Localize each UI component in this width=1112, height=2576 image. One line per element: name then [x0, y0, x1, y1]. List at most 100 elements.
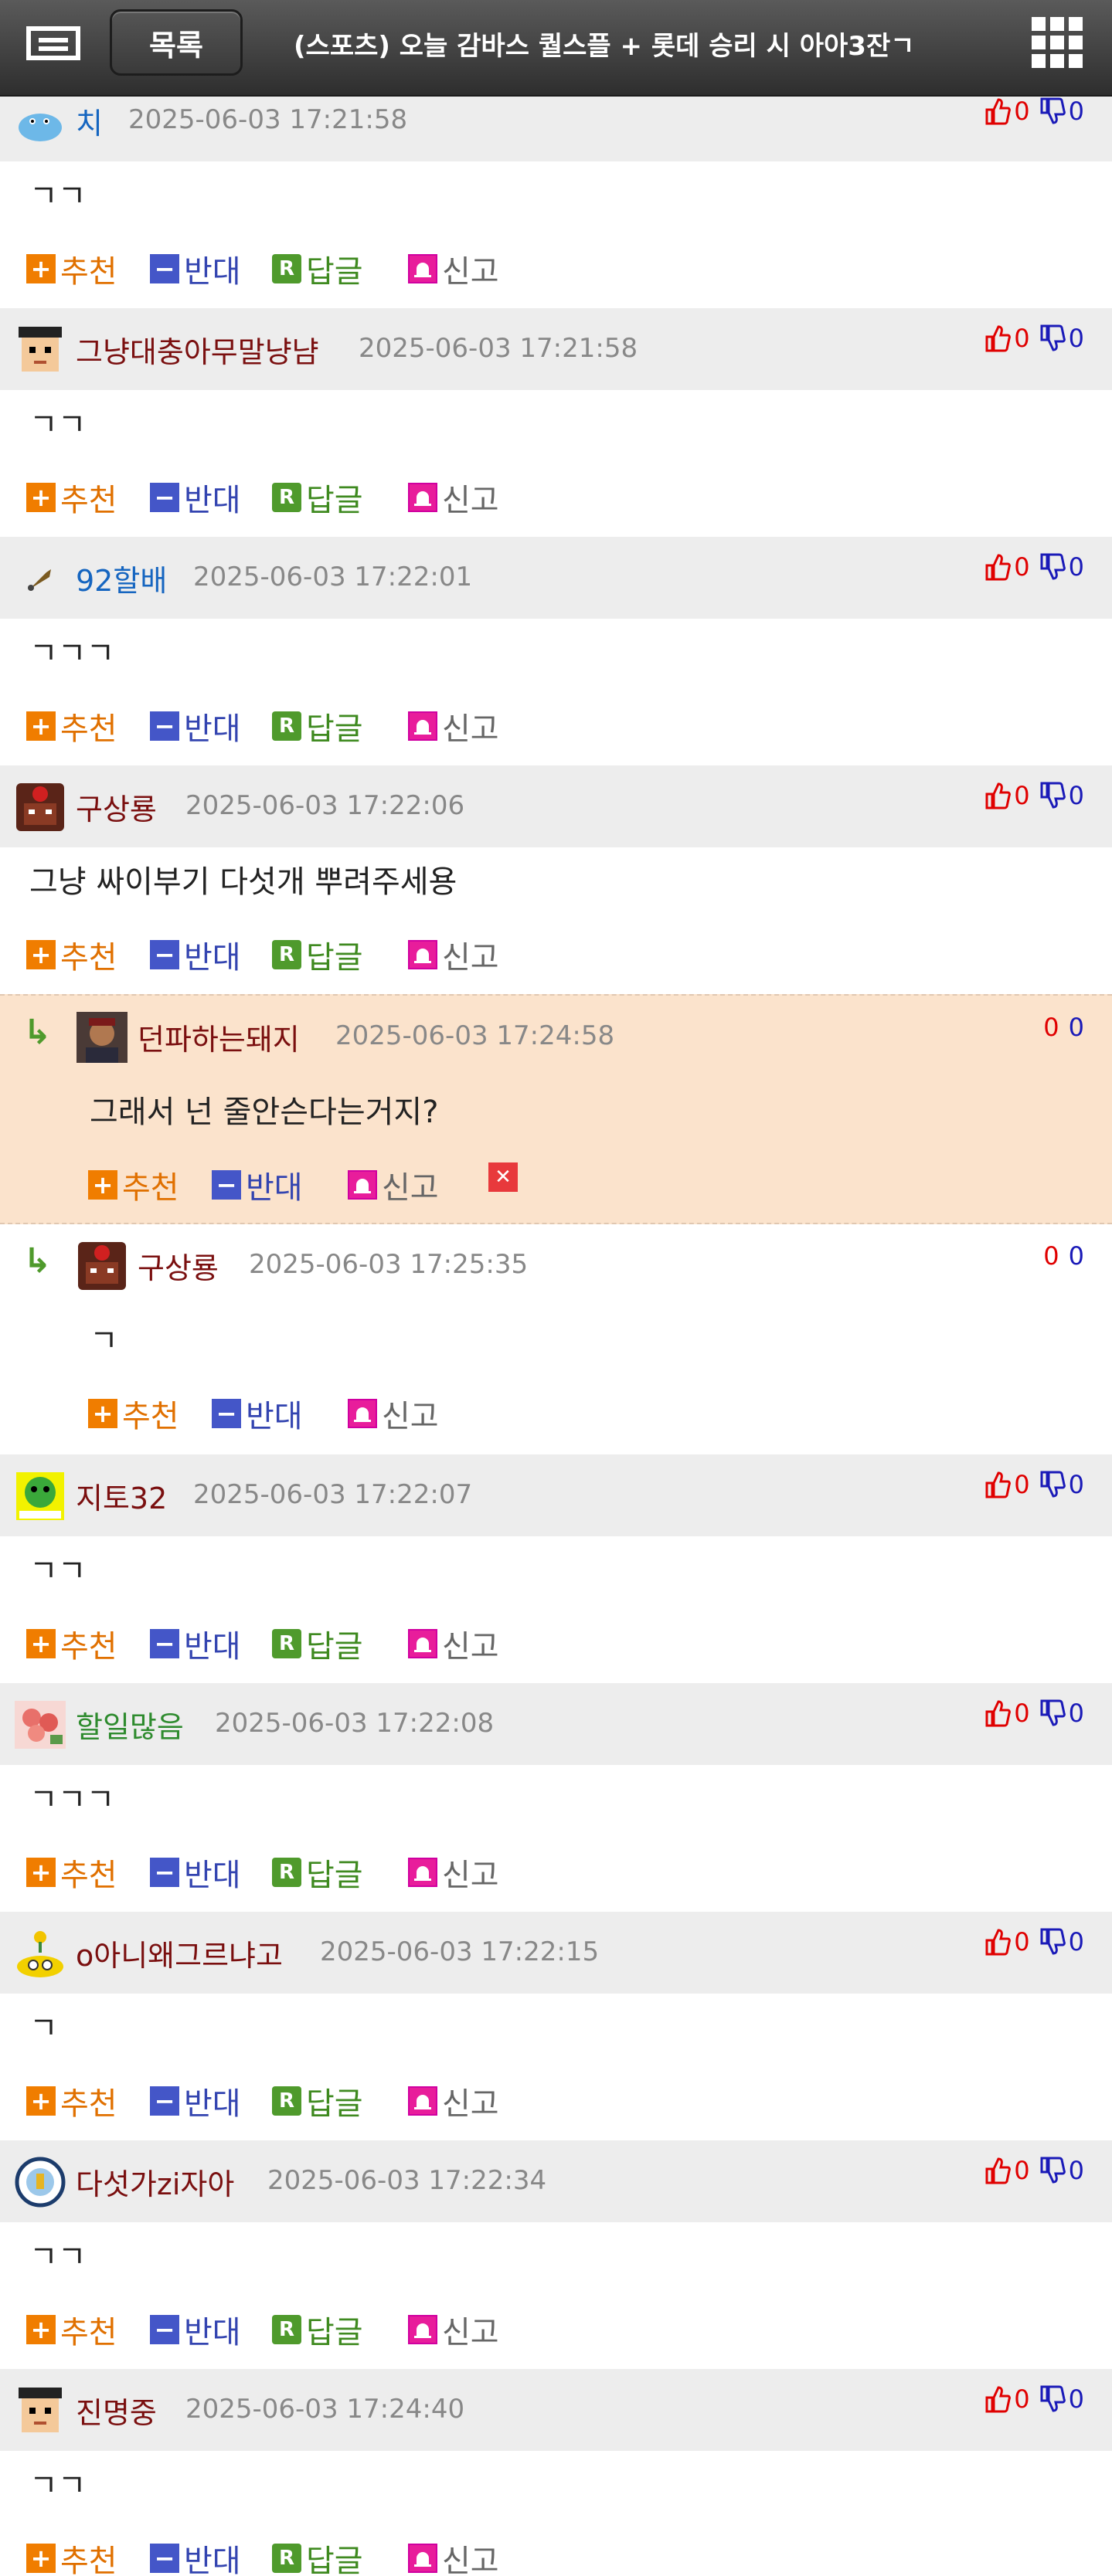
reply-button[interactable]: R 답글: [272, 704, 363, 748]
reply-button[interactable]: R 답글: [272, 2079, 363, 2123]
siren-icon: [408, 2315, 437, 2344]
report-button[interactable]: 신고: [348, 1162, 439, 1207]
list-button[interactable]: 목록: [110, 9, 243, 76]
thumbs-down-icon[interactable]: [1039, 324, 1066, 352]
recommend-button[interactable]: + 추천: [26, 1850, 117, 1895]
upvote-count: 0: [1014, 552, 1030, 582]
report-button[interactable]: 신고: [408, 2079, 499, 2123]
thumbs-up-icon[interactable]: [984, 2385, 1012, 2413]
minus-icon: −: [212, 1170, 241, 1200]
thumbs-up-icon[interactable]: [984, 1699, 1012, 1727]
minus-icon: −: [150, 2544, 179, 2573]
thumbs-down-icon[interactable]: [1039, 2157, 1066, 2184]
oppose-button[interactable]: − 반대: [150, 2307, 241, 2352]
downvote-count: 0: [1068, 2156, 1084, 2185]
reply-button[interactable]: R 답글: [272, 2307, 363, 2352]
thumbs-up-icon[interactable]: [984, 324, 1012, 352]
oppose-button[interactable]: − 반대: [150, 704, 241, 748]
report-button[interactable]: 신고: [408, 1621, 499, 1666]
comment-nickname[interactable]: 진명중: [76, 2389, 157, 2432]
comment-time: 2025-06-03 17:22:07: [193, 1479, 473, 1510]
comment-nickname[interactable]: 할일많음: [76, 1703, 184, 1746]
downvote-count: 0: [1068, 324, 1084, 353]
report-button[interactable]: 신고: [408, 475, 499, 520]
reply-button[interactable]: R 답글: [272, 1850, 363, 1895]
oppose-button[interactable]: − 반대: [212, 1391, 303, 1436]
comment-time: 2025-06-03 17:22:06: [185, 790, 465, 821]
comment-nickname[interactable]: 구상룡: [76, 786, 157, 828]
reply-actions: + 추천 − 반대 신고: [0, 1376, 1112, 1453]
oppose-button[interactable]: − 반대: [150, 932, 241, 977]
thumbs-down-icon[interactable]: [1039, 1699, 1066, 1727]
top-bar: 목록 (스포츠) 오늘 감바스 퀄스플 + 롯데 승리 시 아아3잔ㄱ: [0, 0, 1112, 97]
oppose-button[interactable]: − 반대: [150, 2079, 241, 2123]
reply-button[interactable]: R 답글: [272, 932, 363, 977]
reply-icon: R: [272, 2315, 301, 2344]
thumbs-up-icon[interactable]: [984, 1471, 1012, 1498]
thumbs-down-icon[interactable]: [1039, 553, 1066, 581]
oppose-button[interactable]: − 반대: [212, 1162, 303, 1207]
app-grid-icon[interactable]: [1032, 17, 1083, 68]
comment-header: 구상룡 2025-06-03 17:22:06 0 0: [0, 765, 1112, 847]
recommend-button[interactable]: + 추천: [88, 1162, 179, 1207]
thumbs-up-icon[interactable]: [984, 553, 1012, 581]
recommend-button[interactable]: + 추천: [26, 1621, 117, 1666]
comment-nickname[interactable]: 그냥대충아무말냥냠: [76, 328, 319, 371]
report-button[interactable]: 신고: [408, 2307, 499, 2352]
oppose-button[interactable]: − 반대: [150, 2536, 241, 2576]
recommend-button[interactable]: + 추천: [26, 2536, 117, 2576]
report-button[interactable]: 신고: [408, 704, 499, 748]
reply-button[interactable]: R 답글: [272, 475, 363, 520]
reply-button[interactable]: R 답글: [272, 246, 363, 291]
thumbs-up-icon[interactable]: [984, 2157, 1012, 2184]
vote-counts: 0 0: [984, 2156, 1084, 2185]
reply-time: 2025-06-03 17:25:35: [249, 1249, 529, 1280]
report-button[interactable]: 신고: [348, 1391, 439, 1436]
flower-icon: [12, 1697, 68, 1753]
recommend-button[interactable]: + 추천: [88, 1391, 179, 1436]
delete-button[interactable]: ✕: [488, 1162, 522, 1192]
reply-button[interactable]: R 답글: [272, 2536, 363, 2576]
comment-nickname[interactable]: o아니왜그르냐고: [76, 1932, 283, 1974]
thumbs-down-icon[interactable]: [1039, 97, 1066, 125]
reply-nickname[interactable]: 던파하는돼지: [138, 1016, 300, 1058]
report-button[interactable]: 신고: [408, 246, 499, 291]
comment-nickname[interactable]: 지토32: [76, 1475, 167, 1517]
downvote-count: 0: [1068, 97, 1084, 126]
thumbs-down-icon[interactable]: [1039, 1928, 1066, 1956]
report-button[interactable]: 신고: [408, 1850, 499, 1895]
comment-body: ㄱ: [29, 2011, 58, 2046]
oppose-button[interactable]: − 반대: [150, 1850, 241, 1895]
report-button[interactable]: 신고: [408, 2536, 499, 2576]
comment-nickname[interactable]: 치: [76, 100, 103, 142]
thumbs-up-icon[interactable]: [984, 97, 1012, 125]
thumbs-up-icon[interactable]: [984, 782, 1012, 809]
recommend-button[interactable]: + 추천: [26, 2079, 117, 2123]
siren-icon: [408, 1629, 437, 1658]
minus-icon: −: [150, 711, 179, 741]
comment-nickname[interactable]: 92할배: [76, 557, 167, 599]
siren-icon: [348, 1399, 377, 1428]
oppose-button[interactable]: − 반대: [150, 475, 241, 520]
oppose-button[interactable]: − 반대: [150, 246, 241, 291]
recommend-button[interactable]: + 추천: [26, 2307, 117, 2352]
recommend-button[interactable]: + 추천: [26, 246, 117, 291]
comment-header: o아니왜그르냐고 2025-06-03 17:22:15 0 0: [0, 1912, 1112, 1994]
reply-button[interactable]: R 답글: [272, 1621, 363, 1666]
thumbs-up-icon[interactable]: [984, 1928, 1012, 1956]
menu-icon[interactable]: [26, 26, 80, 65]
thumbs-down-icon[interactable]: [1039, 1471, 1066, 1498]
oppose-button[interactable]: − 반대: [150, 1621, 241, 1666]
recommend-button[interactable]: + 추천: [26, 475, 117, 520]
recommend-button[interactable]: + 추천: [26, 932, 117, 977]
recommend-button[interactable]: + 추천: [26, 704, 117, 748]
downvote-count: 0: [1068, 552, 1084, 582]
reply-nickname[interactable]: 구상룡: [138, 1244, 219, 1287]
vote-counts: 0 0: [984, 552, 1084, 582]
siren-icon: [408, 254, 437, 283]
thumbs-down-icon[interactable]: [1039, 782, 1066, 809]
comment-time: 2025-06-03 17:24:40: [185, 2394, 465, 2425]
report-button[interactable]: 신고: [408, 932, 499, 977]
comment-nickname[interactable]: 다섯가zi자아: [76, 2160, 234, 2203]
thumbs-down-icon[interactable]: [1039, 2385, 1066, 2413]
